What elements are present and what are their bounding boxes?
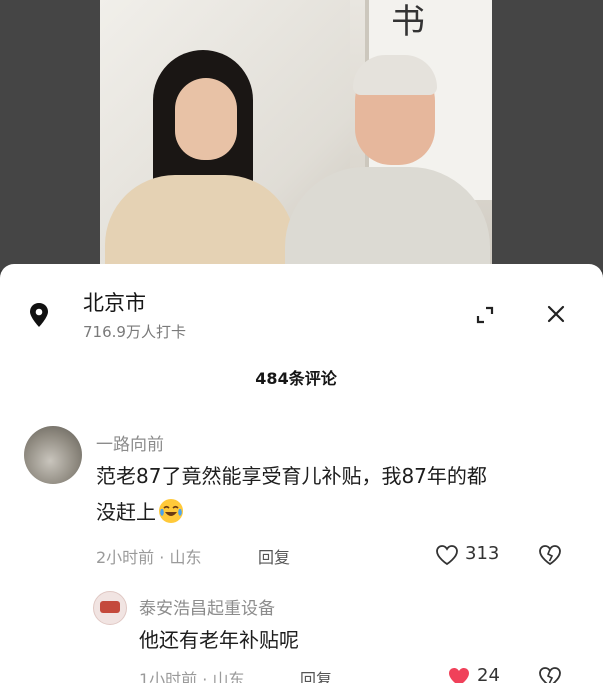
comment-count-title: 484条评论 [255, 369, 337, 388]
person-left [103, 50, 298, 270]
expand-icon[interactable] [474, 304, 496, 326]
like-count: 313 [465, 543, 500, 564]
calligraphy-text: 书 [391, 2, 425, 42]
post-photo-area: 书 [0, 0, 603, 270]
heart-filled-icon[interactable] [447, 666, 471, 683]
comment-username[interactable]: 一路向前 [96, 430, 164, 455]
location-checkin-count: 716.9万人打卡 [83, 323, 186, 341]
reply-button[interactable]: 回复 [300, 666, 332, 683]
avatar[interactable] [93, 591, 127, 625]
comment-text: 范老87了竟然能享受育儿补贴，我87年的都 没赶上 [96, 458, 487, 530]
comment-username[interactable]: 泰安浩昌起重设备 [139, 594, 275, 619]
comment-meta: 1小时前 · 山东 [139, 670, 245, 683]
person-right [285, 55, 490, 270]
like-count: 24 [477, 665, 500, 683]
location-row[interactable]: 北京市 716.9万人打卡 [0, 264, 603, 354]
avatar[interactable] [24, 426, 82, 484]
dislike-heart-icon[interactable] [538, 666, 562, 683]
close-icon[interactable] [544, 302, 568, 326]
reply-button[interactable]: 回复 [258, 544, 290, 568]
comment-text: 他还有老年补贴呢 [139, 628, 299, 652]
comment-text-line-2: 没赶上 [96, 494, 487, 530]
comment-text-line: 范老87了竟然能享受育儿补贴，我87年的都 [96, 464, 487, 488]
location-name: 北京市 [83, 291, 146, 315]
location-pin-icon [30, 303, 48, 327]
comment-text-tail: 没赶上 [96, 500, 156, 524]
dislike-heart-icon[interactable] [538, 544, 562, 566]
comment-meta: 2小时前 · 山东 [96, 548, 202, 567]
heart-icon[interactable] [435, 544, 459, 566]
post-photo[interactable]: 书 [100, 0, 492, 270]
comments-sheet: 北京市 716.9万人打卡 484条评论 一路向前 范老87了竟然能享受育儿补贴… [0, 264, 603, 683]
crying-laughing-emoji-icon [159, 499, 183, 523]
